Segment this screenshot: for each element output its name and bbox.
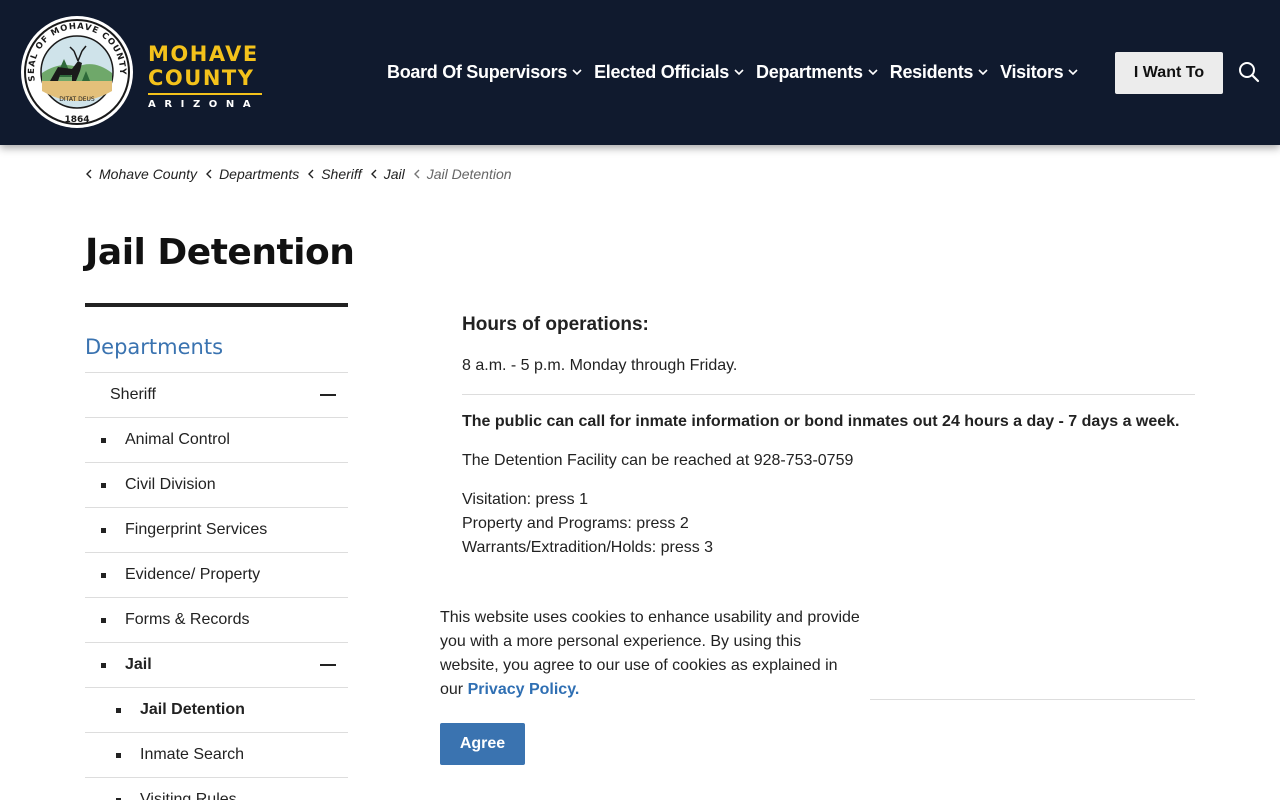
nav-departments[interactable]: Departments: [756, 62, 878, 83]
nav-residents[interactable]: Residents: [890, 62, 988, 83]
chevron-left-icon: [370, 169, 377, 179]
phone-options: Visitation: press 1 Property and Program…: [462, 488, 1195, 560]
chevron-left-icon: [86, 169, 92, 179]
nav-board-of-supervisors[interactable]: Board Of Supervisors: [387, 62, 582, 83]
chevron-down-icon: [978, 69, 988, 76]
sidebar-nav: Departments Sheriff Animal Control Civil…: [85, 303, 348, 800]
agree-button[interactable]: Agree: [440, 723, 525, 765]
nav-label: Residents: [889, 61, 974, 82]
facility-phone-text: The Detention Facility can be reached at…: [462, 452, 854, 469]
sidebar-item-jail-detention[interactable]: Jail Detention: [85, 688, 348, 733]
square-bullet-icon: [116, 708, 121, 713]
site-header: DITAT DEUS 1864 SEAL OF MOHAVE COUNTY AR…: [0, 0, 1280, 145]
cookie-message: This website uses cookies to enhance usa…: [440, 606, 860, 702]
nav-label: Departments: [756, 61, 863, 82]
sidebar-item-label: Forms & Records: [125, 611, 250, 628]
divider: [462, 394, 1195, 395]
cookie-banner: This website uses cookies to enhance usa…: [440, 606, 860, 765]
hours-heading: Hours of operations:: [462, 314, 649, 335]
square-bullet-icon: [101, 528, 106, 533]
wordmark-arizona: ARIZONA: [148, 99, 260, 110]
seal-year: 1864: [64, 115, 89, 125]
sidebar-item-label: Visiting Rules: [140, 791, 237, 800]
collapse-minus-icon[interactable]: [320, 394, 336, 396]
phone-option: Property and Programs: press 2: [462, 515, 689, 532]
sidebar-item-label: Animal Control: [125, 431, 230, 448]
square-bullet-icon: [101, 618, 106, 623]
chevron-down-icon: [1068, 69, 1078, 76]
county-seal-logo[interactable]: DITAT DEUS 1864 SEAL OF MOHAVE COUNTY AR…: [20, 15, 134, 129]
breadcrumb-departments[interactable]: Departments: [205, 166, 299, 182]
sidebar-item-animal-control[interactable]: Animal Control: [85, 418, 348, 463]
square-bullet-icon: [101, 483, 106, 488]
divider: [870, 699, 1195, 700]
breadcrumb-current: Jail Detention: [413, 166, 512, 182]
square-bullet-icon: [101, 573, 106, 578]
sidebar-item-label: Civil Division: [125, 476, 216, 493]
chevron-down-icon: [868, 69, 878, 76]
nav-elected-officials[interactable]: Elected Officials: [594, 62, 744, 83]
sidebar-item-label: Evidence/ Property: [125, 566, 261, 583]
wordmark-rule: [148, 93, 262, 95]
chevron-left-icon: [413, 169, 420, 179]
sidebar-heading[interactable]: Departments: [85, 307, 348, 373]
nav-visitors[interactable]: Visitors: [1000, 62, 1078, 83]
chevron-left-icon: [308, 169, 314, 179]
hours-text: 8 a.m. - 5 p.m. Monday through Friday.: [462, 357, 738, 374]
page-title: Jail Detention: [85, 232, 355, 273]
sidebar-item-label: Jail Detention: [140, 701, 245, 718]
chevron-left-icon: [206, 169, 212, 179]
phone-option: Visitation: press 1: [462, 491, 588, 508]
nav-label: Elected Officials: [594, 61, 730, 82]
breadcrumb-sheriff[interactable]: Sheriff: [307, 166, 362, 182]
sidebar-item-evidence-property[interactable]: Evidence/ Property: [85, 553, 348, 598]
wordmark-county: COUNTY: [148, 66, 255, 90]
sidebar-item-label: Fingerprint Services: [125, 521, 268, 538]
sidebar-item-label: Jail: [125, 656, 152, 673]
inmate-info-notice: The public can call for inmate informati…: [462, 413, 1180, 430]
search-icon[interactable]: [1238, 61, 1260, 83]
nav-label: Board Of Supervisors: [387, 61, 568, 82]
main-content: Hours of operations: 8 a.m. - 5 p.m. Mon…: [462, 314, 1195, 560]
breadcrumb-mohave-county[interactable]: Mohave County: [85, 166, 197, 182]
nav-label: Visitors: [1000, 61, 1064, 82]
breadcrumb-jail[interactable]: Jail: [370, 166, 405, 182]
privacy-policy-link[interactable]: Privacy Policy.: [468, 681, 580, 698]
breadcrumb-label: Sheriff: [321, 166, 362, 182]
square-bullet-icon: [116, 753, 121, 758]
phone-option: Warrants/Extradition/Holds: press 3: [462, 539, 714, 556]
sidebar-item-jail[interactable]: Jail: [85, 643, 348, 688]
breadcrumb-label: Jail: [383, 166, 405, 182]
sidebar-item-visiting-rules[interactable]: Visiting Rules: [85, 778, 348, 800]
sidebar-item-sheriff[interactable]: Sheriff: [85, 373, 348, 418]
breadcrumb-label: Mohave County: [99, 166, 198, 182]
county-wordmark[interactable]: MOHAVE COUNTY ARIZONA: [148, 42, 266, 111]
sidebar-item-inmate-search[interactable]: Inmate Search: [85, 733, 348, 778]
sidebar-item-label: Sheriff: [110, 386, 156, 403]
chevron-down-icon: [734, 69, 744, 76]
breadcrumb: Mohave County Departments Sheriff Jail J…: [85, 166, 520, 182]
breadcrumb-label: Jail Detention: [426, 166, 512, 182]
sidebar-item-civil-division[interactable]: Civil Division: [85, 463, 348, 508]
i-want-to-button[interactable]: I Want To: [1115, 52, 1223, 94]
square-bullet-icon: [101, 663, 106, 668]
sidebar-item-forms-records[interactable]: Forms & Records: [85, 598, 348, 643]
sidebar-item-fingerprint-services[interactable]: Fingerprint Services: [85, 508, 348, 553]
wordmark-mohave: MOHAVE: [148, 42, 259, 66]
breadcrumb-label: Departments: [219, 166, 300, 182]
main-nav: Board Of Supervisors Elected Officials D…: [387, 59, 1090, 85]
seal-motto: DITAT DEUS: [59, 96, 95, 103]
sidebar-item-label: Inmate Search: [140, 746, 245, 763]
collapse-minus-icon[interactable]: [320, 664, 336, 666]
chevron-down-icon: [572, 69, 582, 76]
square-bullet-icon: [101, 438, 106, 443]
